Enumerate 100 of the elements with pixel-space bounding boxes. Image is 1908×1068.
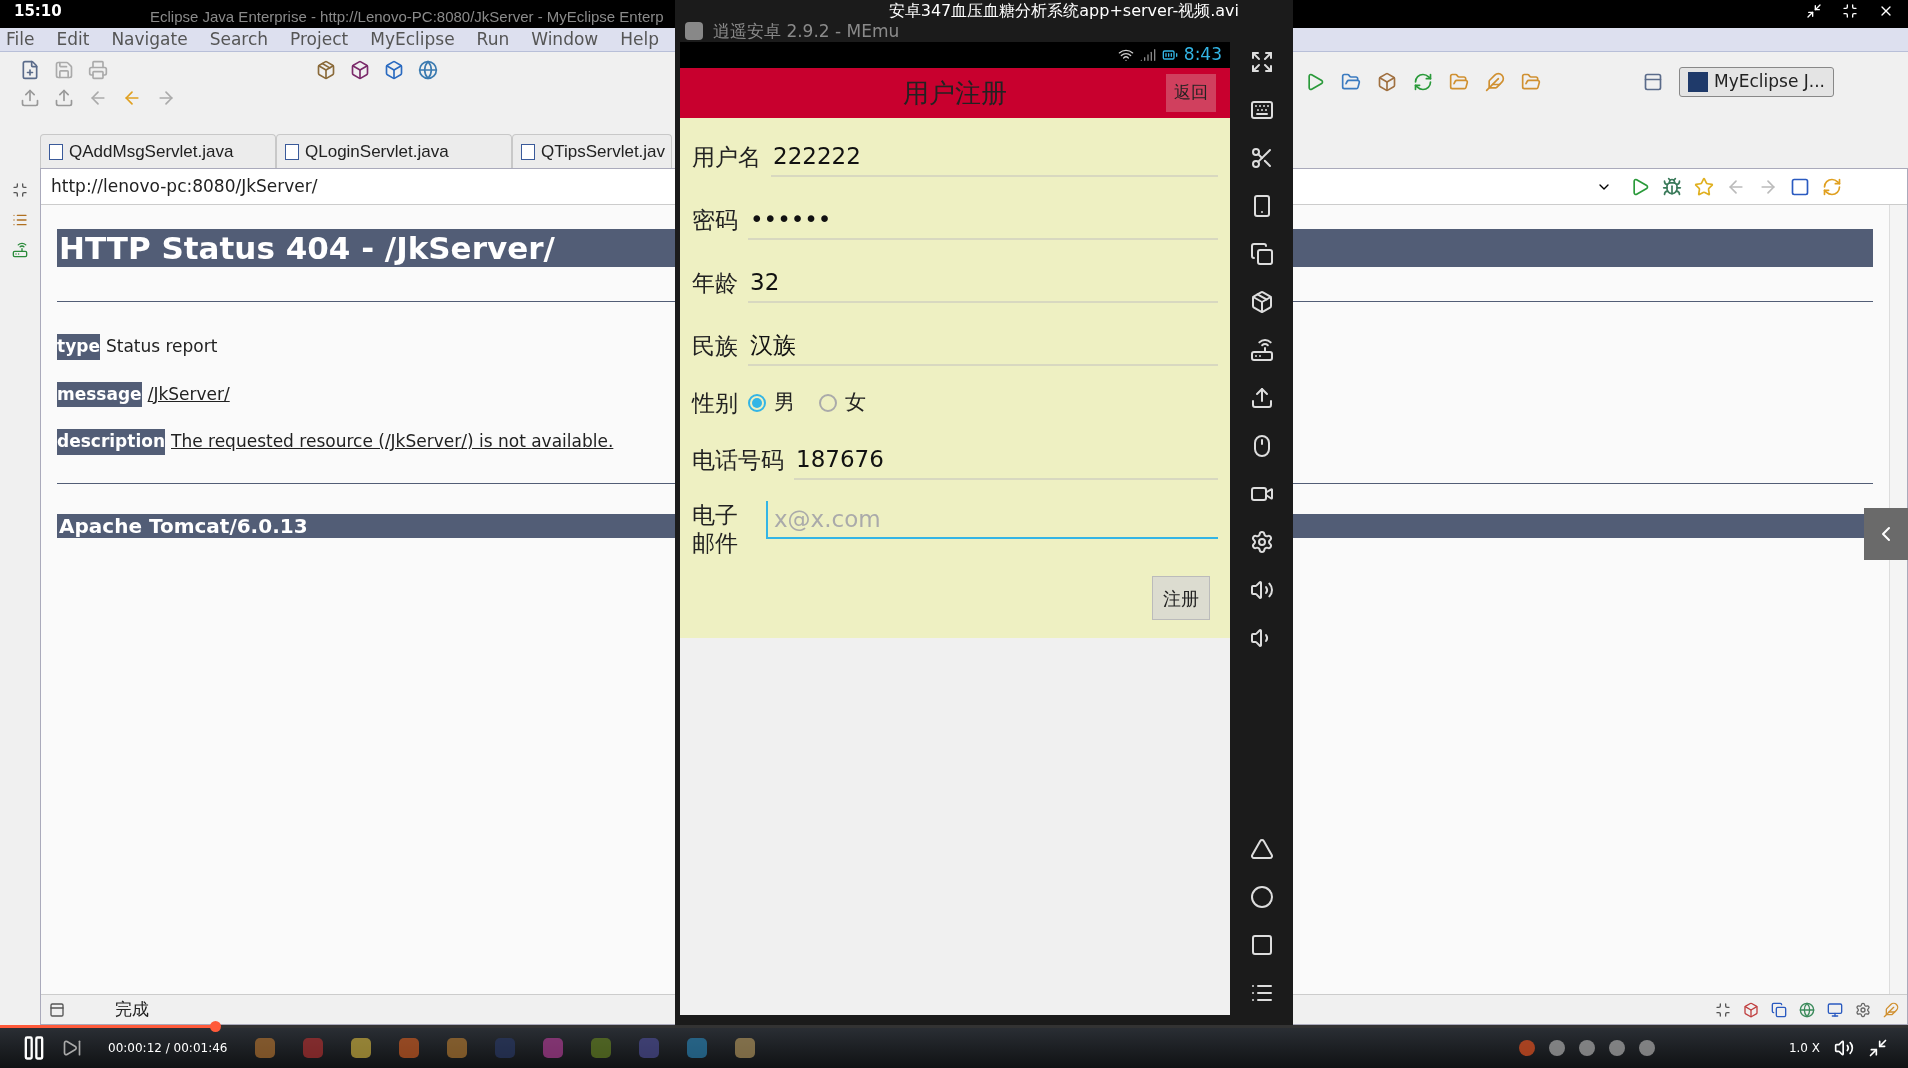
radio-option[interactable]: 男 — [748, 387, 795, 419]
taskbar-icon[interactable] — [591, 1038, 612, 1058]
video-title: 安卓347血压血糖分析系统app+server-视频.avi — [888, 2, 1239, 20]
text-field[interactable]: 187676 — [794, 439, 1218, 480]
restore-icon[interactable] — [1715, 1001, 1731, 1018]
text-field[interactable]: 32 — [748, 263, 1218, 304]
menu-item[interactable]: File — [6, 26, 35, 53]
menu-item[interactable]: Project — [290, 26, 349, 53]
menu-item[interactable]: Run — [476, 26, 510, 53]
exit-fullscreen-icon[interactable] — [1868, 1038, 1888, 1058]
menu-item[interactable]: Edit — [56, 26, 90, 53]
restore-icon[interactable] — [12, 182, 28, 198]
screen-title: 用户注册 — [903, 76, 1007, 110]
menu-item[interactable]: Navigate — [111, 26, 188, 53]
tray-icon[interactable] — [1518, 1040, 1535, 1056]
tray-icon[interactable] — [1578, 1040, 1595, 1056]
folder-icon[interactable] — [1449, 72, 1469, 92]
taskbar-icon[interactable] — [399, 1038, 420, 1058]
tray-icon[interactable] — [1608, 1040, 1625, 1056]
back-icon[interactable] — [1249, 837, 1274, 861]
form-label: 性别 — [692, 388, 738, 418]
side-panel-toggle[interactable] — [1864, 508, 1908, 560]
go-icon[interactable] — [1630, 176, 1650, 197]
folder-icon[interactable] — [1341, 72, 1361, 92]
playback-speed[interactable]: 1.0 X — [1788, 1039, 1820, 1057]
install-icon[interactable] — [1249, 386, 1274, 410]
back-button[interactable]: 返回 — [1166, 74, 1216, 112]
playback-time: 00:00:12 / 00:01:46 — [108, 1040, 228, 1056]
field-label: type — [57, 334, 100, 360]
taskbar-icon[interactable] — [447, 1038, 468, 1058]
pen-icon[interactable] — [1883, 1001, 1899, 1018]
bug-icon[interactable] — [1662, 176, 1682, 197]
tray-icon[interactable] — [1548, 1040, 1565, 1056]
phone-clock: 8:43 — [1183, 43, 1222, 67]
window-title: 逍遥安卓 2.9.2 - MEmu — [713, 22, 900, 40]
form-label: 用户名 — [692, 143, 761, 173]
taskbar-icon[interactable] — [351, 1038, 372, 1058]
settings-icon[interactable] — [1249, 530, 1274, 554]
taskbar-icon[interactable] — [255, 1038, 276, 1058]
menu-item[interactable]: Search — [209, 26, 269, 53]
editor-tab[interactable]: QLoginServlet.java — [276, 134, 512, 168]
text-field[interactable]: •••••• — [748, 200, 1218, 241]
editor-tab[interactable]: QTipsServlet.jav — [512, 134, 672, 168]
field-label: message — [57, 381, 142, 407]
refresh-icon[interactable] — [1413, 72, 1433, 92]
export-icon[interactable] — [54, 88, 74, 108]
taskbar-icon[interactable] — [687, 1038, 708, 1058]
email-field[interactable]: x@x.com — [766, 501, 1218, 540]
globe-icon[interactable] — [1799, 1001, 1815, 1018]
form-label: 年龄 — [692, 268, 738, 298]
volume-icon[interactable] — [1834, 1038, 1854, 1058]
field-label: description — [57, 429, 165, 455]
stop-icon[interactable] — [1790, 176, 1810, 197]
next-icon[interactable] — [62, 1038, 82, 1058]
video-clock: 15:10 — [14, 2, 62, 20]
keyboard-icon[interactable] — [1249, 98, 1274, 122]
taskbar-icon[interactable] — [735, 1038, 756, 1058]
run-icon[interactable] — [1305, 72, 1325, 92]
menu-item[interactable]: Help — [620, 26, 659, 53]
star-icon[interactable] — [1694, 176, 1714, 197]
home-icon[interactable] — [1249, 885, 1274, 909]
battery-icon — [1161, 47, 1178, 63]
scissors-icon[interactable] — [1249, 146, 1274, 170]
import-icon[interactable] — [20, 88, 40, 108]
register-button[interactable]: 注册 — [1152, 576, 1210, 620]
radio-option[interactable]: 女 — [819, 387, 866, 419]
app-logo-icon — [685, 22, 703, 40]
cube-icon[interactable] — [350, 60, 370, 80]
globe-icon[interactable] — [418, 60, 438, 80]
signal-icon — [1139, 47, 1156, 63]
perspective-icon[interactable] — [1643, 72, 1663, 92]
field-value: Status report — [105, 335, 218, 358]
form-label: 民族 — [692, 331, 738, 361]
status-text: 完成 — [115, 997, 149, 1021]
window-title: Eclipse Java Enterprise - http://Lenovo-PC:8080/JkServer - MyEclipse Enterp — [150, 8, 664, 26]
package-icon[interactable] — [1249, 290, 1274, 314]
form-label: 电话号码 — [692, 445, 784, 475]
router-icon[interactable] — [1249, 338, 1274, 362]
minimize-icon[interactable] — [1842, 3, 1858, 19]
new-file-icon[interactable] — [20, 60, 40, 80]
expand-icon[interactable] — [1249, 50, 1274, 74]
editor-tab[interactable]: QAddMsgServlet.java — [40, 134, 276, 168]
monitor-icon[interactable] — [1827, 1001, 1843, 1018]
cube-icon[interactable] — [384, 60, 404, 80]
text-field[interactable]: 222222 — [771, 137, 1218, 178]
menu-item[interactable]: MyEclipse — [370, 26, 455, 53]
menu-item[interactable]: Window — [531, 26, 599, 53]
text-field[interactable]: 汉族 — [748, 325, 1218, 366]
info-link[interactable]: The requested resource (/JkServer/) is not available. — [171, 429, 614, 455]
volume-up-icon[interactable] — [1249, 578, 1274, 602]
pen-icon[interactable] — [1485, 72, 1505, 92]
progress-thumb[interactable] — [209, 1021, 221, 1032]
wifi-icon — [1117, 47, 1134, 63]
info-link[interactable]: /JkServer/ — [147, 381, 230, 407]
folder-icon[interactable] — [1521, 72, 1541, 92]
tray-icon[interactable] — [1638, 1040, 1655, 1056]
mini-mode-icon[interactable] — [1806, 3, 1822, 19]
recent-apps-icon[interactable] — [1249, 933, 1274, 957]
perspective-button[interactable]: MyEclipse J... — [1679, 67, 1834, 97]
status-icon[interactable] — [49, 1001, 65, 1018]
